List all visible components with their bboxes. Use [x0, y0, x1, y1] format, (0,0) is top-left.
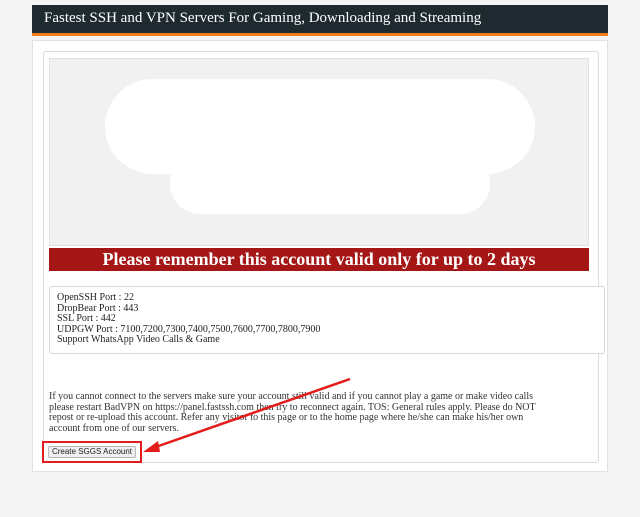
notice-text: If you cannot connect to the servers mak… — [49, 391, 601, 434]
validity-banner: Please remember this account valid only … — [49, 248, 589, 271]
redaction-blob — [170, 154, 490, 214]
create-button-highlight: Create SGGS Account — [42, 441, 142, 463]
redacted-image — [49, 58, 589, 246]
site-header: Fastest SSH and VPN Servers For Gaming, … — [32, 5, 608, 36]
page-title: Fastest SSH and VPN Servers For Gaming, … — [44, 10, 482, 26]
notice-line: account from one of our servers. — [49, 422, 179, 434]
support-note: Support WhatsApp Video Calls & Game — [57, 334, 220, 345]
validity-banner-text: Please remember this account valid only … — [102, 249, 536, 269]
port-ssl: SSL Port : 442 — [57, 313, 116, 324]
create-account-button[interactable]: Create SGGS Account — [48, 446, 136, 458]
port-dropbear: DropBear Port : 443 — [57, 302, 139, 314]
port-openssh: OpenSSH Port : 22 — [57, 292, 134, 303]
notice-line: If you cannot connect to the servers mak… — [49, 391, 534, 402]
redaction-blob — [120, 119, 210, 159]
server-ports-box: OpenSSH Port : 22 DropBear Port : 443 SS… — [49, 286, 605, 354]
